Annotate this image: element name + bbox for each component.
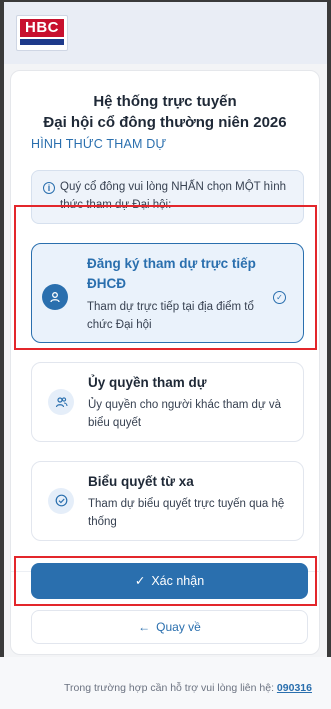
support-text: Trong trường hợp cần hỗ trợ vui lòng liê… <box>64 682 274 694</box>
section-label: HÌNH THỨC THAM DỰ <box>31 137 167 151</box>
arrow-left-icon: ← <box>138 620 151 634</box>
option-title: Đăng ký tham dự trực tiếp ĐHCĐ <box>87 256 256 291</box>
option-remote-vote[interactable]: Biểu quyết từ xa Tham dự biểu quyết trực… <box>31 461 304 541</box>
confirm-label: Xác nhận <box>151 574 205 588</box>
check-circle-icon: ✓ <box>273 291 286 304</box>
info-icon: i <box>43 182 55 194</box>
option-description: Tham dự biểu quyết trực tuyến qua hệ thố… <box>88 498 285 528</box>
option-proxy[interactable]: Ủy quyền tham dự Ủy quyền cho người khác… <box>31 362 304 442</box>
check-icon: ✓ <box>134 574 146 588</box>
option-attend-in-person[interactable]: Đăng ký tham dự trực tiếp ĐHCĐ Tham dự t… <box>31 243 304 343</box>
page-subtitle: Đại hội cổ đông thường niên 2026 <box>43 114 287 131</box>
header-bar: HBC <box>4 2 327 64</box>
users-icon <box>48 389 74 415</box>
confirm-button[interactable]: ✓ Xác nhận <box>31 563 308 599</box>
back-label: Quay về <box>156 620 201 634</box>
back-button[interactable]: ← Quay về <box>31 610 308 644</box>
info-box: i Quý cổ đông vui lòng NHẤN chọn MỘT hìn… <box>31 170 304 224</box>
check-circle-icon <box>48 488 74 514</box>
logo: HBC <box>16 15 68 51</box>
info-text: Quý cổ đông vui lòng NHẤN chọn MỘT hình … <box>60 181 287 211</box>
support-phone-link[interactable]: 090316 <box>277 682 312 694</box>
logo-subbar <box>20 39 64 45</box>
window-frame-right <box>327 0 331 709</box>
logo-text: HBC <box>20 19 64 37</box>
window-frame-left <box>0 0 4 709</box>
option-title: Biểu quyết từ xa <box>88 474 194 489</box>
option-title: Ủy quyền tham dự <box>88 375 207 390</box>
option-description: Tham dự trực tiếp tại địa điểm tổ chức Đ… <box>87 301 254 331</box>
option-description: Ủy quyền cho người khác tham dự và biểu … <box>88 399 281 429</box>
page-title: Hệ thống trực tuyến <box>93 93 237 110</box>
support-footer: Trong trường hợp cần hỗ trợ vui lòng liê… <box>64 682 312 694</box>
person-icon <box>42 284 68 310</box>
